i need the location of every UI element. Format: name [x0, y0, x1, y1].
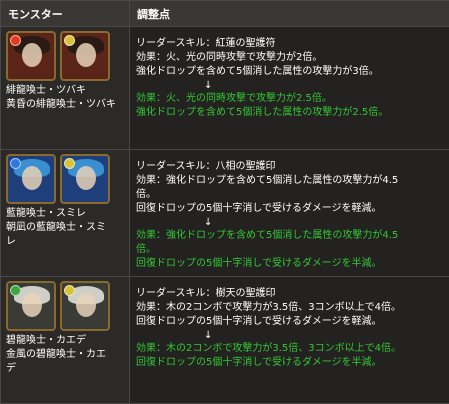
portrait-face-shape [22, 43, 42, 67]
monster-name-line: 黄昏の緋龍喚士・ツバキ [6, 99, 116, 110]
attribute-orb-icon [10, 35, 21, 46]
monster-name-line: 朝凪の藍龍喚士・スミ [6, 222, 106, 233]
monster-portrait-icon[interactable] [6, 154, 56, 204]
monster-name-line: 金風の碧龍喚士・カエ [6, 349, 106, 360]
skill-after-line: 効果：強化ドロップを含めて5個消した属性の攻撃力が4.5 [136, 230, 399, 241]
monster-cell: 緋龍喚士・ツバキ黄昏の緋龍喚士・ツバキ [0, 26, 130, 150]
portrait-face-shape [22, 293, 42, 317]
portrait-face-shape [76, 293, 96, 317]
portrait-face-shape [76, 43, 96, 67]
skill-before-line: 効果：木の2コンボで攻撃力が3.5倍、3コンボ以上で4倍。 [136, 302, 401, 313]
skill-before-line: リーダースキル：八相の聖護印 [136, 161, 276, 172]
adjustment-cell: リーダースキル：八相の聖護印効果：強化ドロップを含めて5個消した属性の攻撃力が4… [129, 149, 449, 277]
monster-portrait-icon[interactable] [6, 281, 56, 331]
down-arrow-icon: ↓ [204, 80, 213, 91]
skill-before-line: 効果：火、光の同時攻撃で攻撃力が2倍。 [136, 52, 323, 63]
table-row: 藍龍喚士・スミレ 朝凪の藍龍喚士・スミレリーダースキル：八相の聖護印 効果：強化ドロ… [0, 149, 449, 277]
attribute-orb-icon [64, 158, 75, 169]
table-header-row: モンスター 調整点 [0, 0, 449, 27]
monster-name-line: 藍龍喚士・スミレ [6, 208, 86, 219]
adjustment-table: モンスター 調整点 緋龍喚士・ツバキ 黄昏の緋龍喚士・ツバキ リーダースキル：紅蓮の… [0, 0, 449, 404]
skill-before-line: リーダースキル：紅蓮の聖護符 [136, 38, 276, 49]
monster-portrait-icon[interactable] [60, 281, 110, 331]
portrait-face-shape [22, 166, 42, 190]
down-arrow-icon: ↓ [204, 217, 213, 228]
attribute-orb-icon [10, 158, 21, 169]
skill-after-line: 効果：火、光の同時攻撃で攻撃力が2.5倍。 [136, 93, 332, 104]
attribute-orb-icon [64, 35, 75, 46]
attribute-orb-icon [64, 285, 75, 296]
header-adjustment: 調整点 [129, 0, 449, 27]
adjustment-cell: リーダースキル：樹天の聖護印効果：木の2コンボで攻撃力が3.5倍、3コンボ以上で… [129, 276, 449, 404]
monster-cell: 藍龍喚士・スミレ朝凪の藍龍喚士・スミレ [0, 149, 130, 277]
skill-before-line: 回復ドロップの5個十字消しで受けるダメージを軽減。 [136, 316, 382, 327]
skill-after-line: 倍。 [136, 244, 156, 255]
monster-icons [6, 154, 129, 204]
monster-name-line: デ [6, 363, 16, 374]
portrait-face-shape [76, 166, 96, 190]
monster-name-line: 碧龍喚士・カエデ [6, 335, 86, 346]
monster-cell: 碧龍喚士・カエデ金風の碧龍喚士・カエデ [0, 276, 130, 404]
skill-before-line: 倍。 [136, 189, 156, 200]
header-monster: モンスター [0, 0, 130, 27]
skill-after-line: 効果：木の2コンボで攻撃力が3.5倍、3コンボ以上で4倍。 [136, 343, 401, 354]
skill-before-line: 強化ドロップを含めて5個消した属性の攻撃力が3倍。 [136, 66, 379, 77]
skill-after-line: 回復ドロップの5個十字消しで受けるダメージを半減。 [136, 357, 382, 368]
skill-before-line: 回復ドロップの5個十字消しで受けるダメージを軽減。 [136, 203, 382, 214]
skill-after-line: 強化ドロップを含めて5個消した属性の攻撃力が2.5倍。 [136, 107, 389, 118]
monster-name-line: 緋龍喚士・ツバキ [6, 85, 86, 96]
monster-icons [6, 281, 129, 331]
skill-before-line: リーダースキル：樹天の聖護印 [136, 288, 276, 299]
monster-portrait-icon[interactable] [60, 154, 110, 204]
monster-icons [6, 31, 129, 81]
table-row: 緋龍喚士・ツバキ 黄昏の緋龍喚士・ツバキ リーダースキル：紅蓮の聖護符 効果：火、光の… [0, 26, 449, 150]
monster-portrait-icon[interactable] [6, 31, 56, 81]
monster-portrait-icon[interactable] [60, 31, 110, 81]
down-arrow-icon: ↓ [204, 330, 213, 341]
monster-name-line: レ [6, 236, 16, 247]
skill-before-line: 効果：強化ドロップを含めて5個消した属性の攻撃力が4.5 [136, 175, 399, 186]
adjustment-cell: リーダースキル：紅蓮の聖護符効果：火、光の同時攻撃で攻撃力が2倍。強化ドロップを… [129, 26, 449, 150]
attribute-orb-icon [10, 285, 21, 296]
table-row: 碧龍喚士・カエデ 金風の碧龍喚士・カエデリーダースキル：樹天の聖護印 効果：木の2コ… [0, 276, 449, 404]
skill-after-line: 回復ドロップの5個十字消しで受けるダメージを半減。 [136, 258, 382, 269]
